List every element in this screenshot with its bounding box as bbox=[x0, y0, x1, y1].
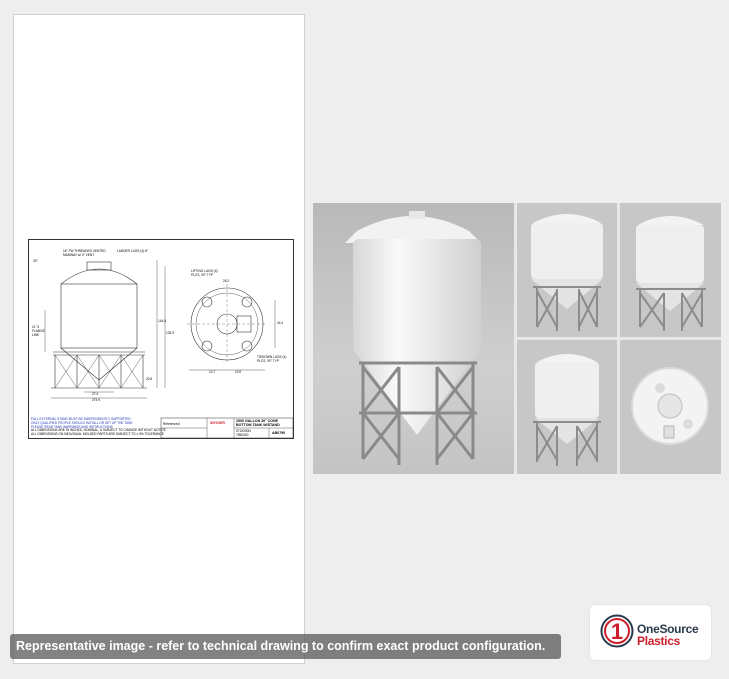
logo-mark-icon: 1 bbox=[600, 614, 634, 648]
dim-bottom-width: 27.4 bbox=[92, 392, 99, 396]
dim-height-shell: 133.9 bbox=[166, 331, 174, 335]
tank-angle-illustration bbox=[620, 203, 721, 337]
callout-flange-line: LINE bbox=[32, 333, 40, 337]
callout-manway: MANWAY w/ 3" VENT bbox=[63, 253, 95, 257]
tank-front-illustration bbox=[313, 203, 514, 474]
title-block-part-number: AB0790 bbox=[272, 430, 286, 435]
callout-lifting-lugs-spacing: PLCS, 90° TYP bbox=[191, 273, 213, 277]
technical-drawing-sheet: 16" FW THREADED VENTED MANWAY w/ 3" VENT… bbox=[28, 239, 294, 439]
tank-side-image[interactable] bbox=[517, 340, 617, 474]
tank-side-illustration bbox=[517, 340, 617, 474]
tank-angle-2-image[interactable] bbox=[620, 203, 721, 337]
product-photo-gallery bbox=[313, 203, 721, 474]
dim-leg-width: 20.5 bbox=[146, 377, 153, 381]
onesource-plastics-logo: 1 OneSource Plastics bbox=[590, 605, 711, 660]
title-block-title-line2: BOTTOM TANK W/STAND bbox=[236, 422, 280, 427]
callout-slope: 30° bbox=[33, 259, 38, 263]
title-block-brand: SNYDER bbox=[210, 421, 225, 425]
logo-mark-number: 1 bbox=[611, 619, 623, 644]
dim-plan-offset: 24.4 bbox=[277, 321, 284, 325]
logo-text-plastics: Plastics bbox=[637, 634, 680, 648]
drawing-note: ALL DIMENSIONS ON INDIVIDUAL MOLDED PART… bbox=[31, 432, 164, 437]
representative-image-caption: Representative image - refer to technica… bbox=[10, 634, 561, 659]
dim-base-width: 274.9 bbox=[92, 398, 100, 402]
tank-top-illustration bbox=[620, 340, 721, 474]
dim-height-total: 144.8 bbox=[158, 319, 166, 323]
technical-drawing-lines bbox=[44, 260, 294, 439]
dim-plan-diameter: 26.2 bbox=[223, 279, 230, 283]
dim-plan-lug-1: 14.7 bbox=[209, 370, 216, 374]
callout-ladder-lugs: LADDER LUGS (4) 8" bbox=[117, 249, 149, 253]
dim-plan-lug-2: 10.0 bbox=[235, 370, 242, 374]
tank-front-large-image[interactable] bbox=[313, 203, 514, 474]
technical-drawing-panel[interactable]: 16" FW THREADED VENTED MANWAY w/ 3" VENT… bbox=[13, 14, 305, 664]
tank-top-image[interactable] bbox=[620, 340, 721, 474]
title-block-reference: Referenced bbox=[163, 422, 180, 426]
title-block-stand: 7550000 bbox=[236, 433, 249, 437]
tank-angle-1-image[interactable] bbox=[517, 203, 617, 337]
callout-tiedown-spacing: PLCS, 90° TYP bbox=[257, 359, 279, 363]
tank-angle-illustration bbox=[517, 203, 617, 337]
